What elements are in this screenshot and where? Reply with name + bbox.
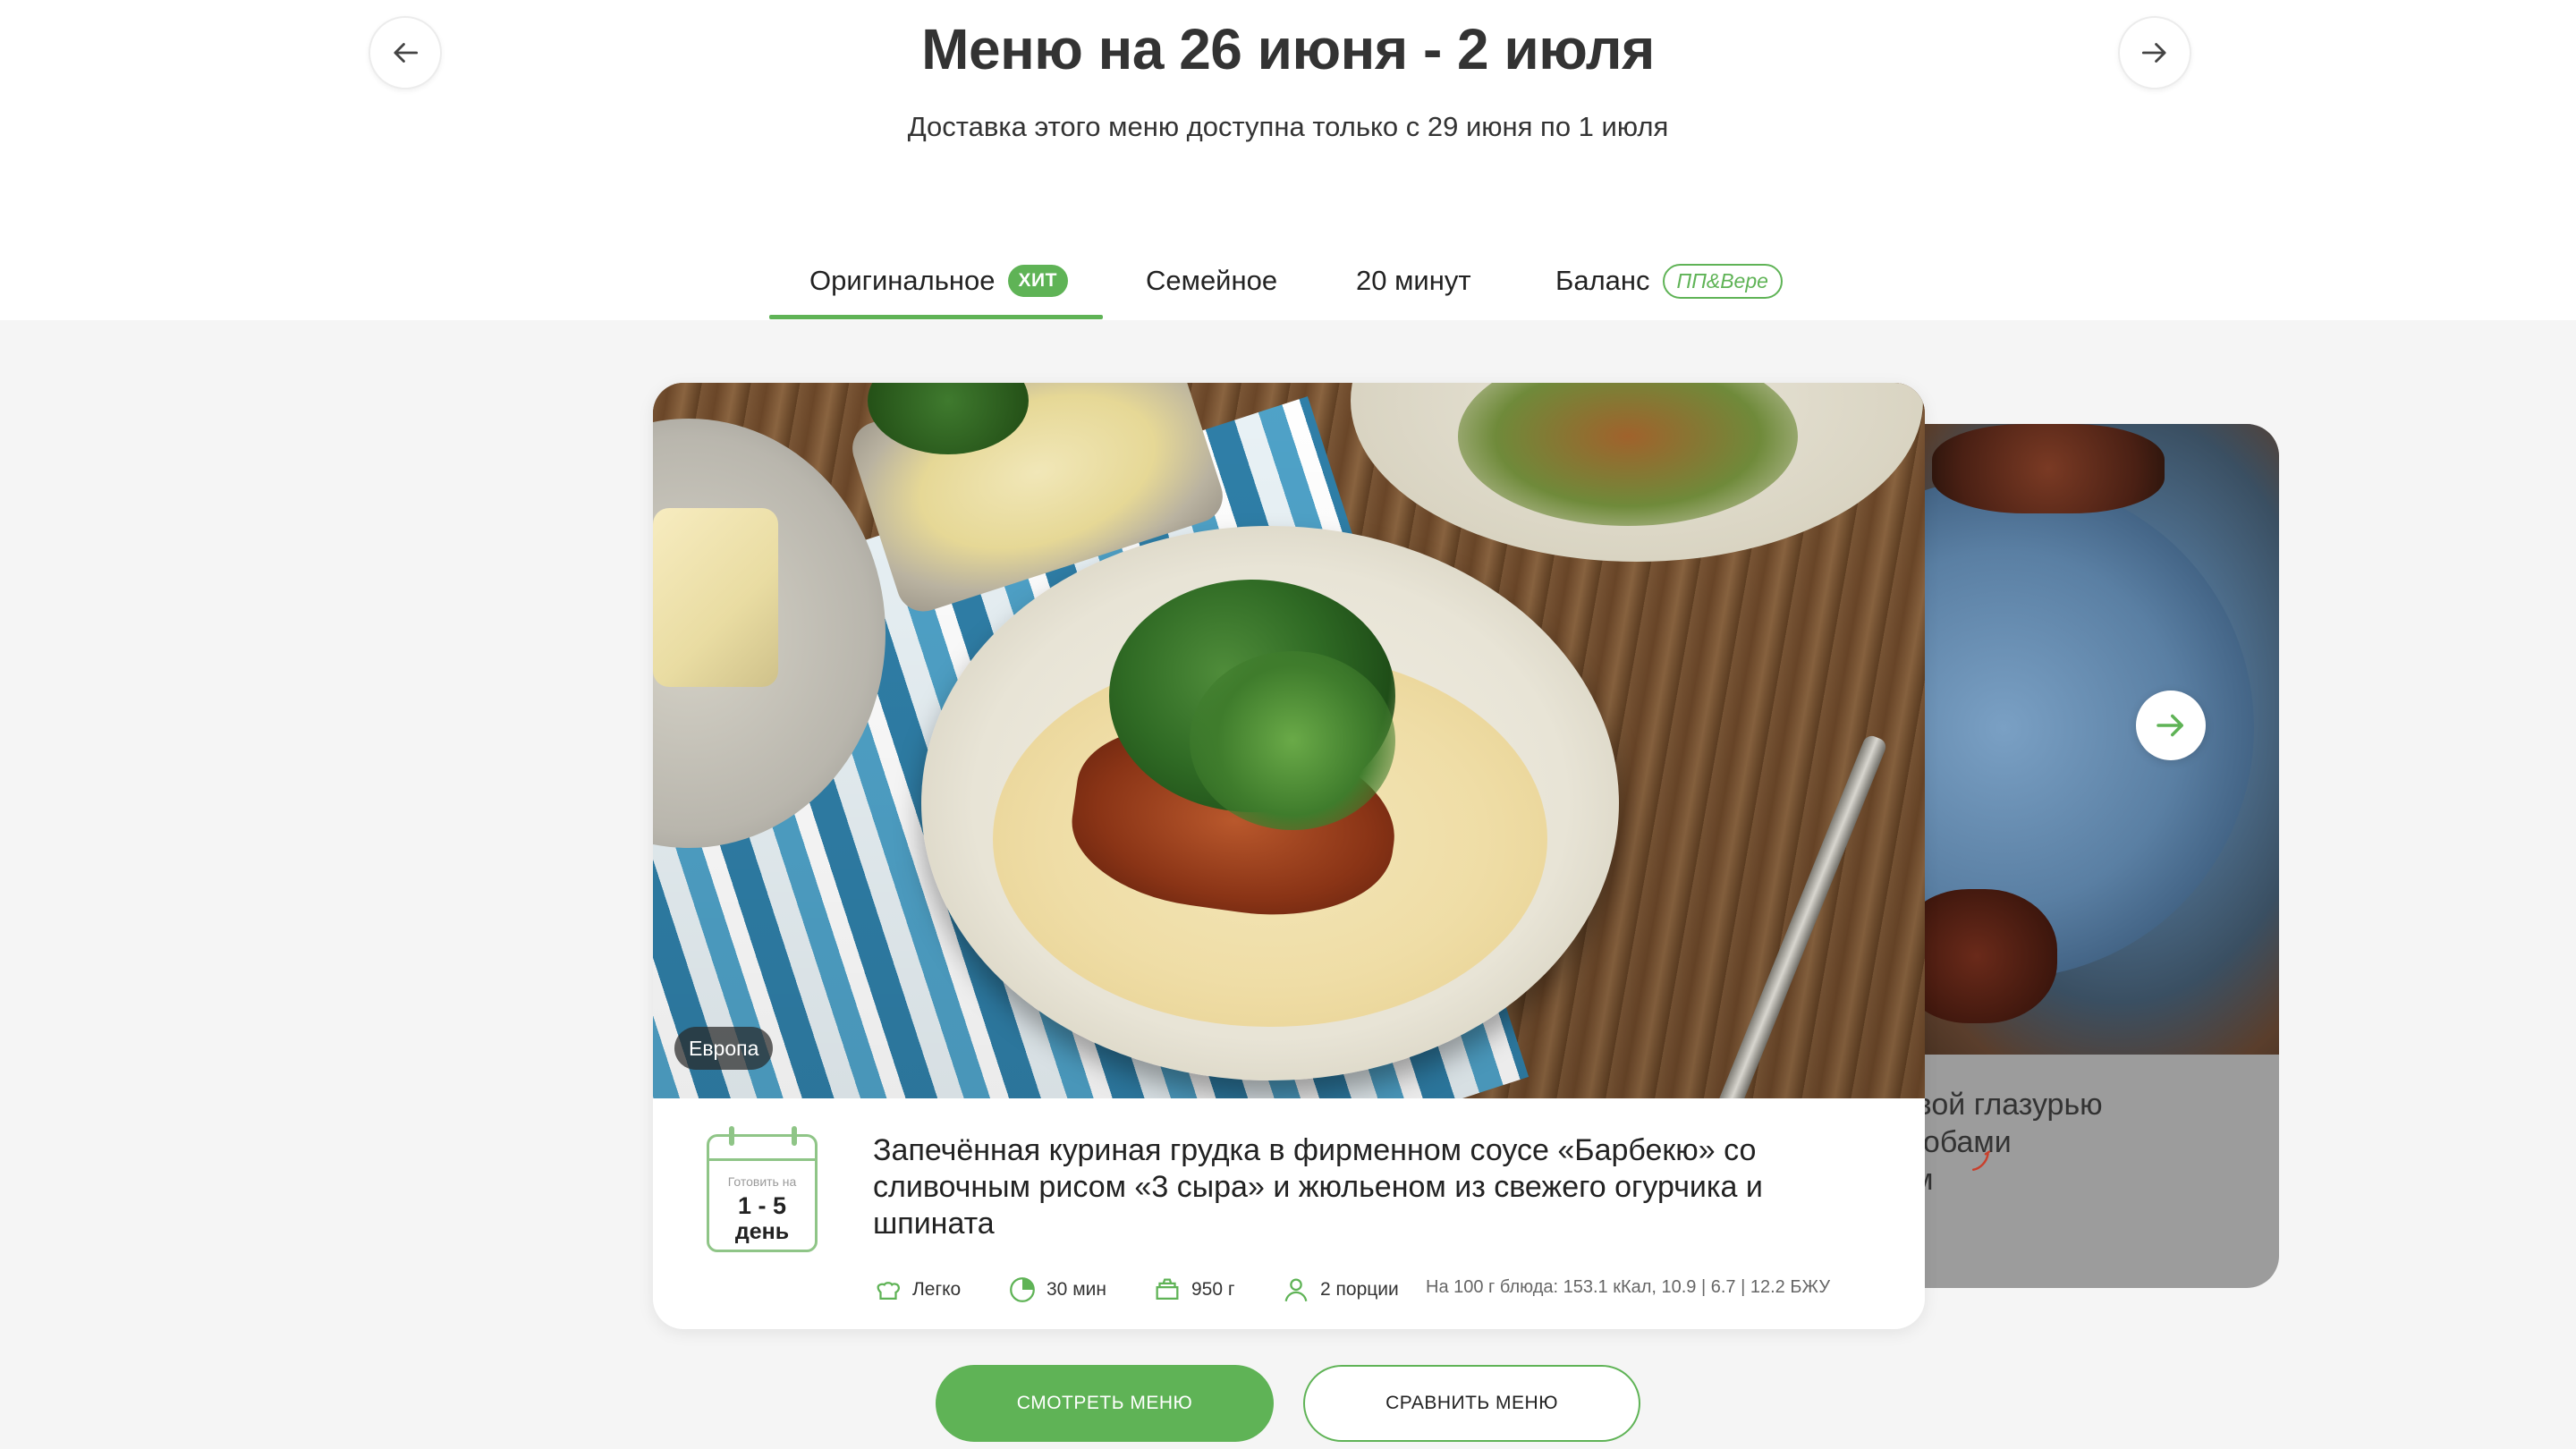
weight: 950 г [1152, 1272, 1235, 1308]
tab-label: Семейное [1146, 265, 1278, 296]
arrow-right-icon [2157, 714, 2183, 737]
person-icon [1284, 1278, 1308, 1302]
box-icon [1156, 1278, 1179, 1301]
menu-tabs: Оригинальное ХИТ Семейное 20 минут Балан… [0, 242, 2576, 320]
dish-title: Запечённая куриная грудка в фирменном со… [873, 1133, 1763, 1241]
next-dish-image [1878, 424, 2279, 1055]
tab-balance[interactable]: Баланс ПП&Вере [1555, 242, 1783, 320]
chef-hat-icon [877, 1282, 901, 1301]
weight-value: 950 г [1191, 1279, 1235, 1300]
delivery-subtitle: Доставка этого меню доступна только с 29… [907, 111, 1669, 142]
carousel-next-button[interactable] [2136, 691, 2206, 760]
page-title: Меню на 26 июня - 2 июля [921, 17, 1655, 81]
difficulty: Легко [873, 1272, 961, 1308]
tab-label: 20 минут [1356, 265, 1471, 296]
tab-label: Оригинальное [809, 265, 996, 296]
dish-image: Европа [653, 383, 1925, 1098]
clock-icon [1010, 1277, 1035, 1302]
region-tag: Европа [674, 1027, 774, 1070]
view-menu-button[interactable]: СМОТРЕТЬ МЕНЮ [936, 1365, 1274, 1442]
tab-label: Баланс [1555, 265, 1650, 296]
compare-menu-button[interactable]: СРАВНИТЬ МЕНЮ [1303, 1365, 1640, 1442]
dish-card[interactable]: Европа Готовить на 1 - 5 день Запечённая… [653, 383, 1925, 1329]
tab-family[interactable]: Семейное [1146, 242, 1277, 320]
nutrition-info: На 100 г блюда: 153.1 кКал, 10.9 | 6.7 |… [1426, 1277, 1831, 1297]
difficulty-value: Легко [912, 1279, 962, 1300]
next-dish-card[interactable]: новой глазурью с бобами том и [1878, 424, 2279, 1288]
chili-icon [1972, 1150, 1990, 1171]
cook-time: 30 мин [1007, 1272, 1106, 1308]
portions: 2 порции [1281, 1272, 1399, 1308]
cook-time-value: 30 мин [1046, 1279, 1106, 1300]
cook-unit: день [734, 1219, 790, 1244]
pp-badge: ПП&Вере [1662, 263, 1783, 299]
calendar-icon: Готовить на 1 - 5 день [707, 1126, 818, 1252]
cook-days: 1 - 5 [737, 1192, 787, 1219]
active-tab-indicator [769, 315, 1103, 319]
portions-value: 2 порции [1320, 1279, 1399, 1300]
tab-original[interactable]: Оригинальное ХИТ [809, 242, 1068, 320]
tab-20-minutes[interactable]: 20 минут [1356, 242, 1471, 320]
cook-label: Готовить на [727, 1174, 797, 1189]
next-dish-title: новой глазурью с бобами том [1882, 1088, 2103, 1197]
hit-badge: ХИТ [1007, 265, 1068, 297]
